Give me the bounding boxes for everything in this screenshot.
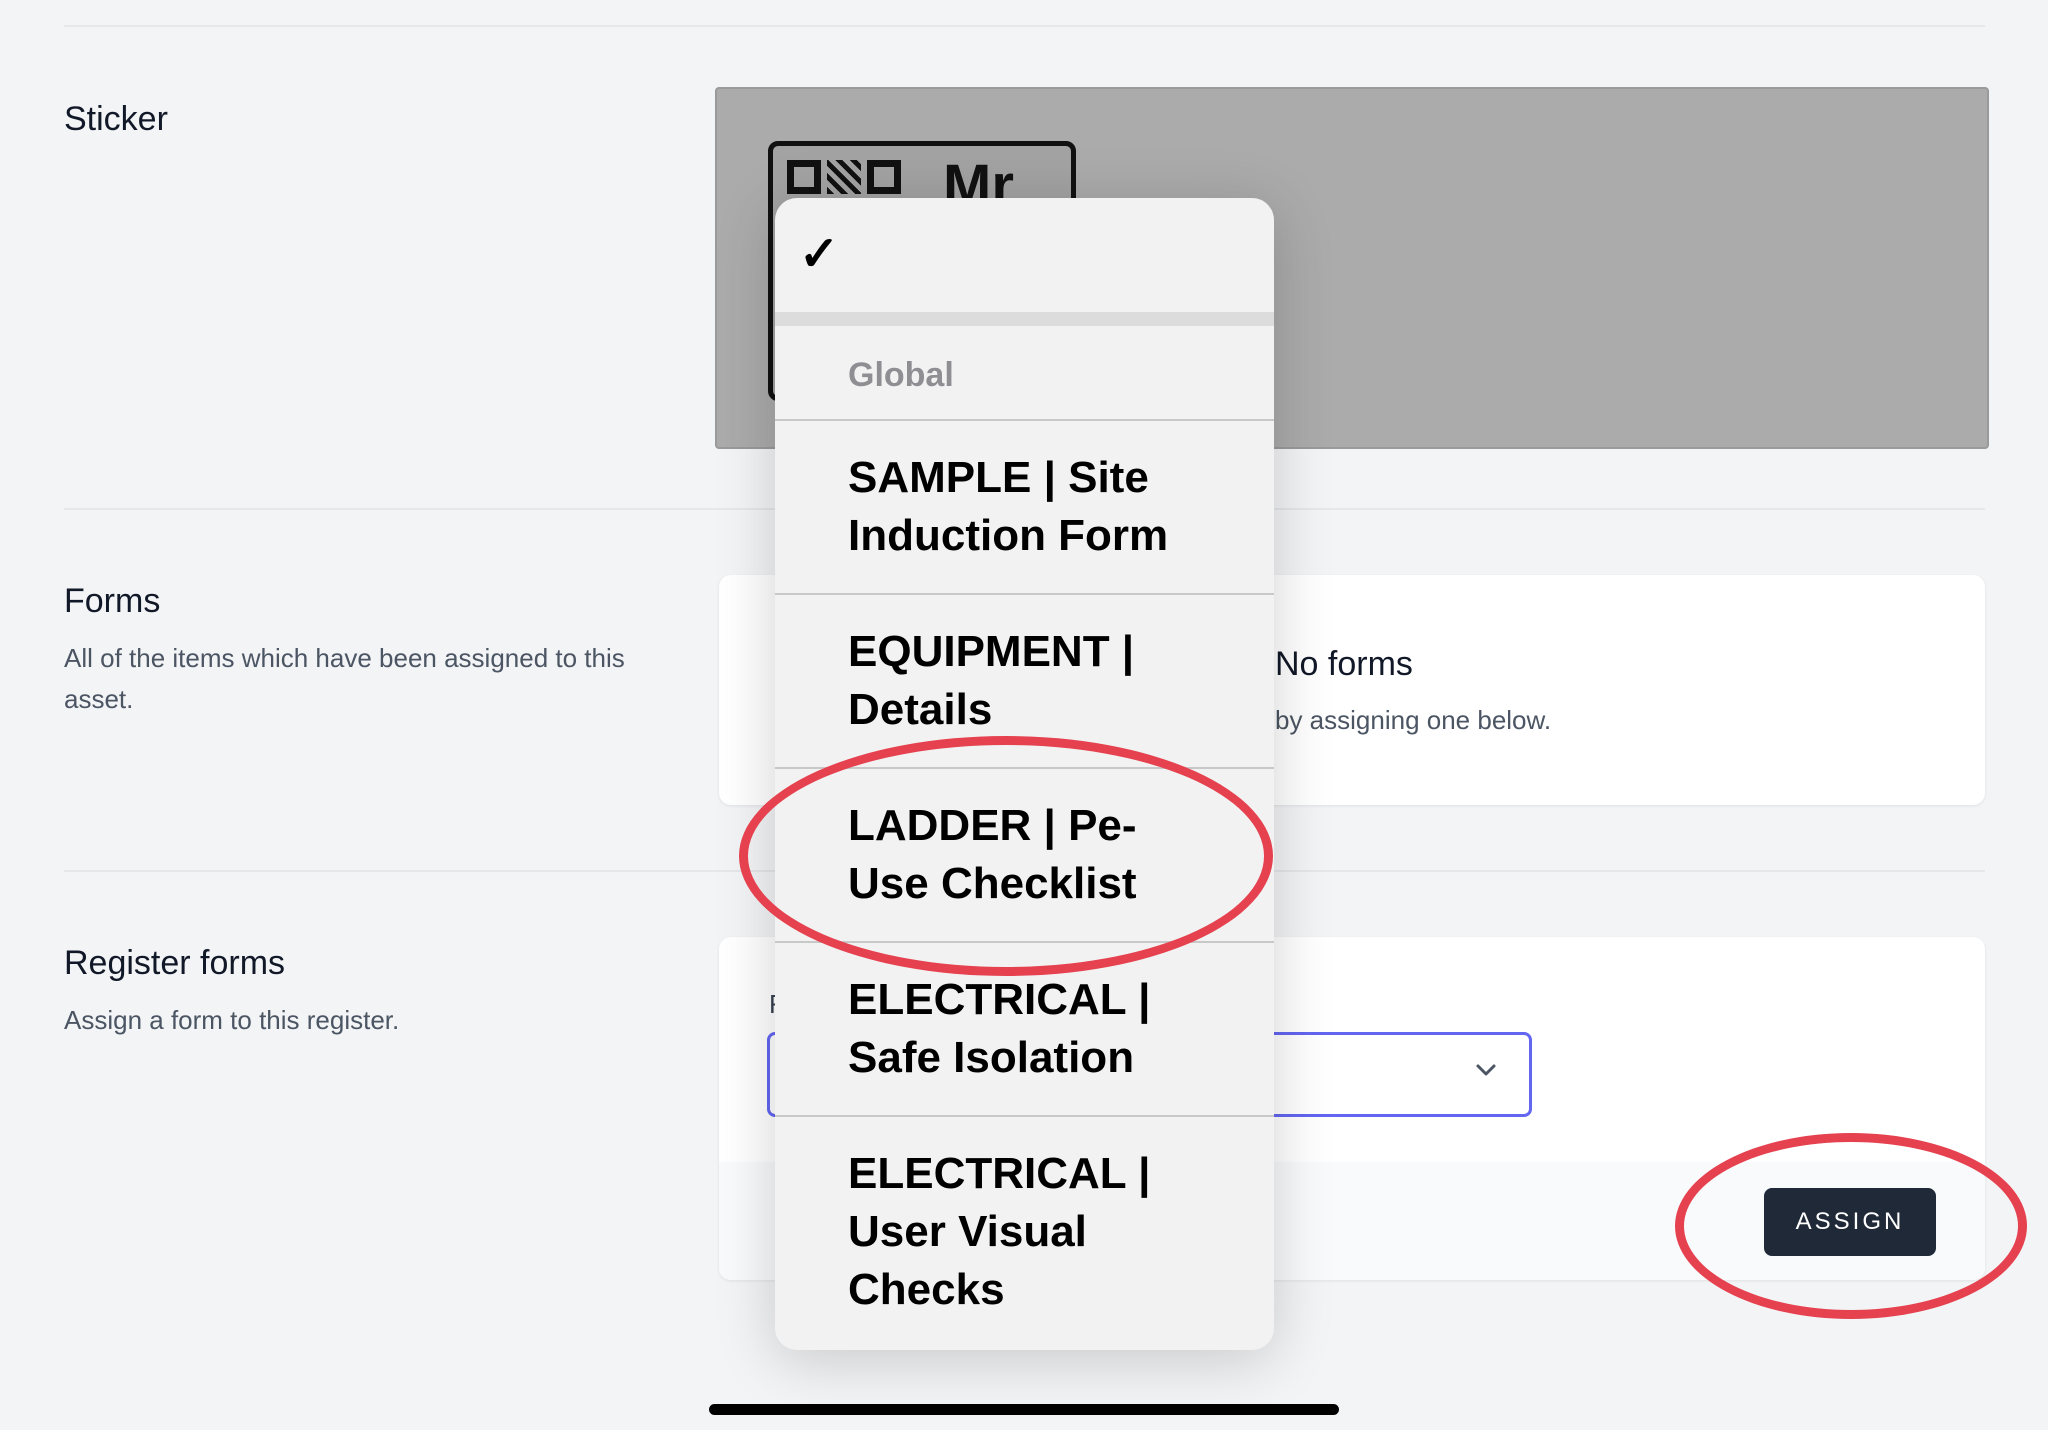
sticker-section-title: Sticker: [64, 100, 168, 138]
picker-separator: [775, 312, 1274, 326]
home-indicator: [709, 1404, 1339, 1415]
top-divider: [64, 25, 1985, 27]
no-forms-subtitle: by assigning one below.: [1275, 705, 1552, 735]
forms-section-title: Forms: [64, 582, 161, 620]
picker-option-label: ELECTRICAL | User Visual Checks: [848, 1149, 1151, 1314]
picker-option[interactable]: ELECTRICAL | User Visual Checks: [775, 1117, 1274, 1347]
picker-empty-option[interactable]: ✓: [775, 198, 1274, 312]
register-forms-description: Assign a form to this register.: [64, 1005, 400, 1035]
no-forms-title: No forms: [1275, 645, 1413, 683]
picker-option-label: ELECTRICAL | Safe Isolation: [848, 975, 1151, 1082]
annotation-circle-assign-button: [1675, 1133, 2027, 1319]
picker-option-label: SAMPLE | Site Induction Form: [848, 453, 1169, 560]
picker-group-header: Global: [775, 326, 1274, 421]
picker-option-label: EQUIPMENT | Details: [848, 627, 1135, 734]
checkmark-icon: ✓: [799, 228, 840, 281]
picker-group-label: Global: [848, 356, 954, 394]
forms-section-description: All of the items which have been assigne…: [64, 643, 625, 714]
annotation-circle-ladder-option: [739, 736, 1273, 976]
picker-option[interactable]: SAMPLE | Site Induction Form: [775, 421, 1274, 595]
chevron-down-icon: [1473, 1057, 1499, 1091]
register-forms-title: Register forms: [64, 944, 286, 982]
